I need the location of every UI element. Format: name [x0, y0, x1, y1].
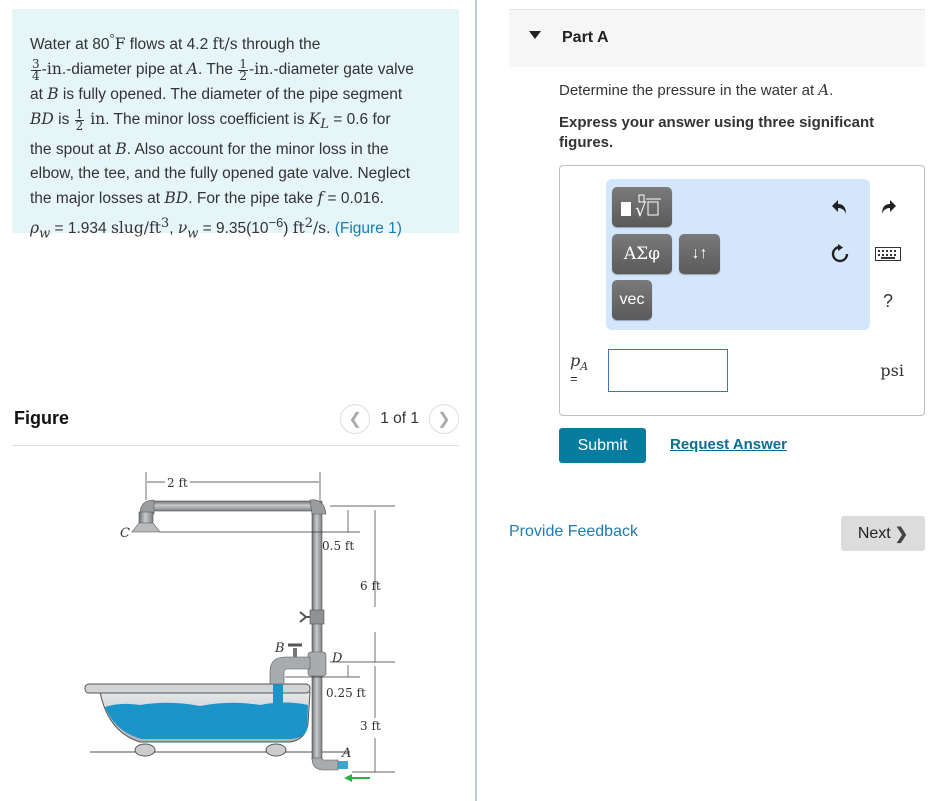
outlet-water	[338, 761, 348, 769]
submit-button[interactable]: Submit	[559, 428, 646, 463]
part-a-header[interactable]: Part A	[509, 9, 925, 67]
next-figure-button[interactable]: ❯	[429, 404, 459, 434]
caret-down-icon[interactable]	[529, 31, 541, 39]
chevron-right-icon: ❯	[894, 525, 909, 543]
vertical-pipe	[311, 506, 323, 760]
figure-pager: ❮ 1 of 1 ❯	[340, 404, 459, 434]
bathtub-pipe-diagram: 2 ft 0.5 ft 6 ft 0.25 ft 3 ft C B D A	[84, 472, 395, 782]
part-title: Part A	[562, 29, 609, 46]
answer-unit: psi	[880, 361, 904, 380]
flow-arrow	[344, 774, 370, 782]
arrows-button[interactable]: ↓↑	[679, 234, 720, 274]
problem-line-3: at B is fully opened. The diameter of th…	[30, 85, 403, 104]
answer-variable-label: pA =	[570, 351, 589, 387]
label-2ft: 2 ft	[167, 476, 188, 490]
svg-text:√: √	[635, 200, 647, 221]
figure-link[interactable]: (Figure 1)	[335, 220, 402, 237]
undo-icon[interactable]	[828, 195, 852, 219]
problem-line-1: Water at 80°F flows at 4.2 ft/s through …	[30, 31, 321, 54]
answer-box: √ ΑΣφ ↓↑ vec ? pA = psi	[559, 165, 925, 416]
gate-valve-handle	[299, 609, 325, 625]
math-toolbar: √ ΑΣφ ↓↑ vec ?	[606, 179, 901, 330]
figure-header: Figure ❮ 1 of 1 ❯	[12, 400, 459, 446]
label-point-c: C	[120, 526, 130, 541]
answer-input[interactable]	[608, 349, 728, 392]
problem-line-5: the spout at B. Also account for the min…	[30, 140, 389, 159]
help-button[interactable]: ?	[878, 290, 898, 312]
fraction-one-half: 12	[238, 56, 248, 83]
label-0.25ft: 0.25 ft	[326, 686, 366, 700]
templates-button[interactable]: √	[612, 187, 672, 227]
problem-line-6: elbow, the tee, and the fully opened gat…	[30, 165, 411, 183]
label-6ft: 6 ft	[360, 579, 381, 593]
question-text: Determine the pressure in the water at A…	[559, 81, 834, 99]
label-point-b: B	[274, 641, 285, 656]
top-horizontal-pipe	[151, 500, 323, 512]
request-answer-link[interactable]: Request Answer	[670, 436, 787, 453]
problem-line-4: BD is 12 in. The minor loss coefficient …	[30, 106, 391, 133]
fraction-one-half: 12	[74, 106, 85, 133]
fraction-root-icon: √	[621, 194, 661, 221]
pager-text: 1 of 1	[380, 410, 419, 427]
reset-icon[interactable]	[828, 242, 852, 266]
provide-feedback-link[interactable]: Provide Feedback	[509, 523, 638, 541]
tee-fitting	[307, 651, 327, 677]
problem-line-7: the major losses at BD. For the pipe tak…	[30, 189, 384, 208]
greek-symbols-button[interactable]: ΑΣφ	[612, 234, 672, 274]
problem-line-2: 3 4 -in.-diameter pipe at A. The 1 2 -in.-di…	[31, 56, 414, 83]
spout-valve-handle	[288, 643, 302, 657]
fraction-three-quarters: 34	[31, 56, 41, 83]
label-0.5ft: 0.5 ft	[322, 539, 354, 553]
problem-statement: Water at 80°F flows at 4.2 ft/s through …	[12, 9, 459, 242]
vector-button[interactable]: vec	[612, 280, 652, 320]
problem-line-8: ρw = 1.934 slug/ft3, νw = 9.35(10−6) ft2…	[30, 215, 402, 242]
figure-title: Figure	[14, 408, 70, 428]
pane-divider[interactable]	[475, 0, 477, 801]
label-point-d: D	[331, 651, 343, 666]
bottom-elbow	[311, 757, 339, 771]
keyboard-icon[interactable]	[874, 243, 902, 265]
next-button[interactable]: Next ❯	[841, 516, 925, 551]
chevron-left-icon: ❮	[348, 411, 362, 428]
question: Determine the pressure in the water at A…	[559, 80, 919, 153]
instruction-text: Express your answer using three signific…	[559, 114, 875, 151]
figure-illustration: 2 ft 0.5 ft 6 ft 0.25 ft 3 ft C B D A	[60, 462, 400, 797]
prev-figure-button[interactable]: ❮	[340, 404, 371, 434]
shower-head	[131, 522, 161, 533]
spout	[269, 656, 311, 685]
label-point-a: A	[341, 746, 351, 761]
redo-icon[interactable]	[876, 195, 900, 219]
label-3ft: 3 ft	[360, 719, 381, 733]
chevron-right-icon: ❯	[437, 411, 451, 428]
